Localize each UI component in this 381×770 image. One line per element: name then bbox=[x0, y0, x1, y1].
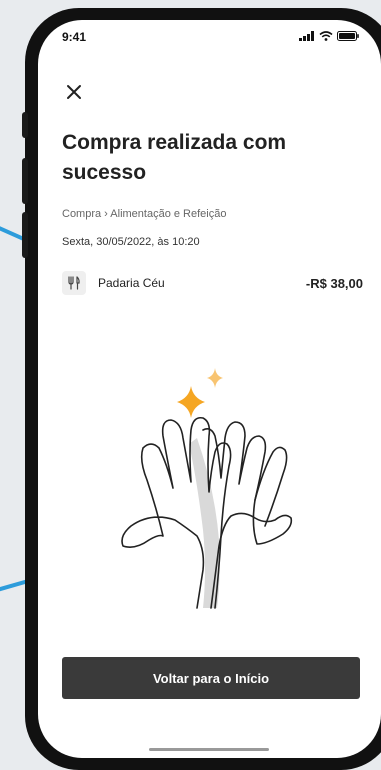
transaction-datetime: Sexta, 30/05/2022, às 10:20 bbox=[62, 236, 200, 248]
close-icon bbox=[67, 85, 81, 99]
transaction-amount: -R$ 38,00 bbox=[305, 275, 363, 291]
phone-volume-up-button bbox=[22, 158, 28, 204]
sparkle-large-icon bbox=[177, 386, 205, 418]
battery-icon bbox=[337, 31, 359, 41]
breadcrumb: Compra › Alimentação e Refeição bbox=[62, 208, 227, 220]
sparkle-small-icon bbox=[207, 368, 223, 388]
status-time: 9:41 bbox=[62, 30, 87, 44]
cutlery-icon bbox=[62, 271, 86, 295]
transaction-row: Padaria Céu -R$ 38,00 bbox=[62, 270, 363, 296]
high-five-illustration bbox=[121, 368, 293, 609]
page-title: Compra realizada com sucesso bbox=[62, 131, 287, 184]
phone-screen: 9:41 Compra realizada com sucesso Compra… bbox=[38, 20, 381, 758]
phone-volume-down-button bbox=[22, 212, 28, 258]
phone-side-button bbox=[22, 112, 28, 138]
status-bar: 9:41 bbox=[38, 20, 381, 64]
wifi-icon bbox=[319, 31, 333, 41]
close-button[interactable] bbox=[64, 82, 84, 102]
status-icons bbox=[299, 31, 359, 41]
signal-icon bbox=[299, 31, 314, 41]
back-to-home-button[interactable]: Voltar para o Início bbox=[62, 657, 360, 699]
home-indicator[interactable] bbox=[149, 748, 269, 751]
merchant-name: Padaria Céu bbox=[98, 276, 165, 290]
